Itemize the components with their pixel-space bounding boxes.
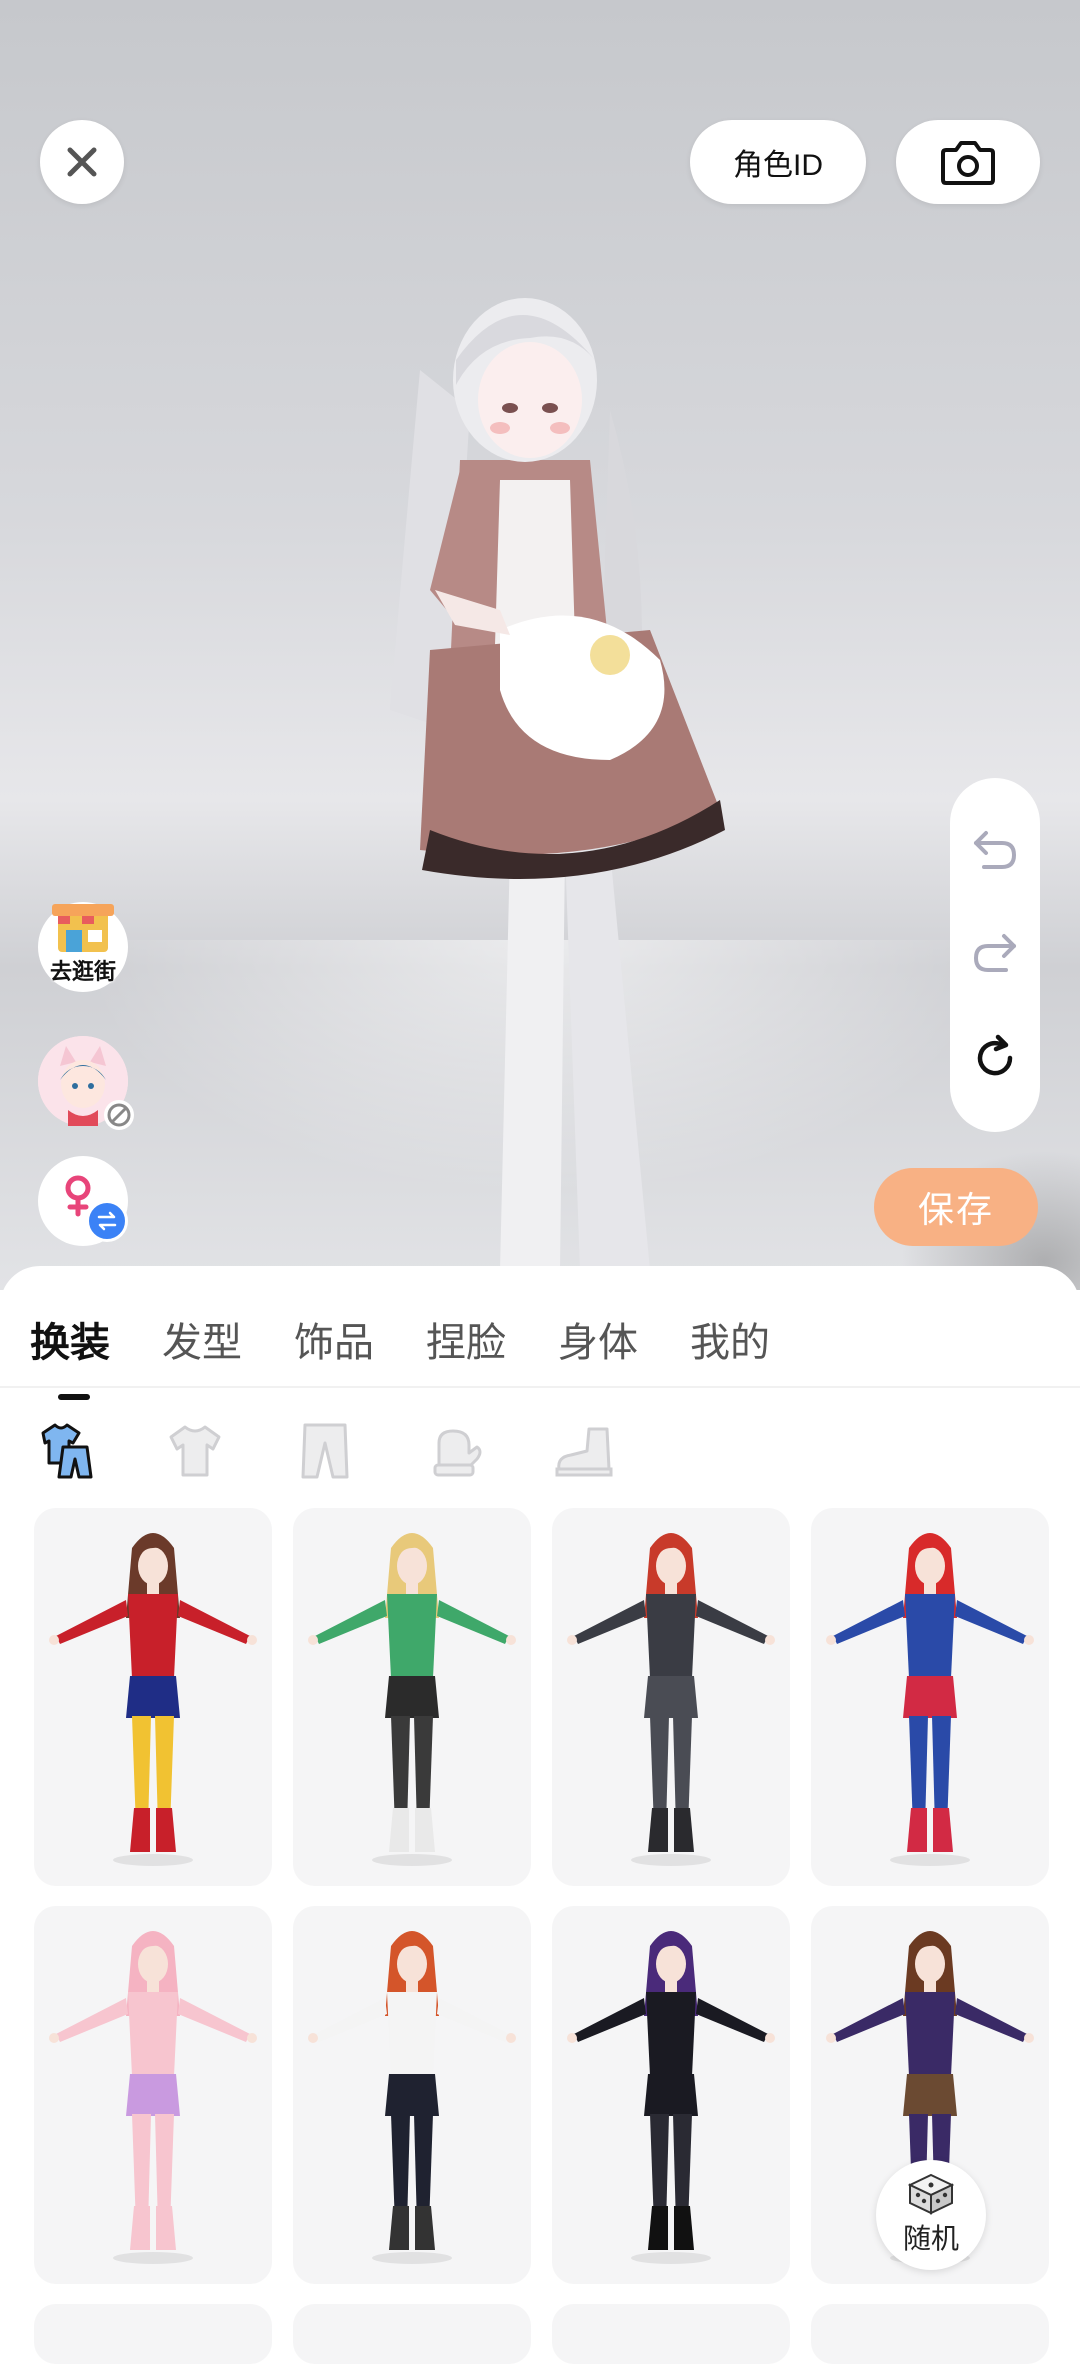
subcategory-bar: [30, 1416, 680, 1486]
camera-icon: [941, 141, 995, 185]
outfit-thumbnail: [308, 1931, 516, 2264]
outfit-thumbnail: [826, 1533, 1034, 1866]
outfit-card[interactable]: [293, 2304, 531, 2364]
outfit-card[interactable]: [552, 2304, 790, 2364]
tab-accessories[interactable]: 饰品: [294, 1308, 374, 1378]
outfit-thumbnail: [49, 1931, 257, 2264]
outfit-thumbnail: [567, 1931, 775, 2264]
gender-switch-button[interactable]: [38, 1156, 128, 1246]
outfit-card[interactable]: [34, 1508, 272, 1886]
avatar-profile-button[interactable]: [38, 1036, 134, 1130]
tab-divider: [0, 1386, 1080, 1388]
outfit-card[interactable]: [552, 1906, 790, 2284]
category-tabs: 换装 发型 饰品 捏脸 身体 我的: [30, 1308, 822, 1400]
outfit-card[interactable]: [293, 1508, 531, 1886]
subcat-bottoms[interactable]: [290, 1416, 360, 1486]
shoes-icon: [555, 1427, 613, 1477]
outfit-card[interactable]: [293, 1906, 531, 2284]
tab-face[interactable]: 捏脸: [426, 1308, 506, 1378]
gloves-icon: [433, 1429, 482, 1477]
subcat-shoes[interactable]: [550, 1416, 620, 1486]
role-id-button[interactable]: 角色ID: [690, 120, 866, 204]
role-id-label: 角色ID: [733, 149, 823, 182]
avatar-model[interactable]: [360, 290, 740, 1270]
outfit-thumbnail: [308, 1533, 516, 1866]
outfit-thumbnail: [567, 1533, 775, 1866]
swap-icon: [97, 1211, 117, 1231]
close-icon: [67, 147, 97, 177]
outfit-thumbnail: [49, 1533, 257, 1866]
redo-button[interactable]: [970, 930, 1020, 974]
tab-outfit[interactable]: 换装: [30, 1308, 110, 1400]
subcat-gloves[interactable]: [420, 1416, 490, 1486]
go-shopping-label: 去逛街: [49, 959, 116, 984]
close-button[interactable]: [40, 120, 124, 204]
outfit-card[interactable]: [811, 2304, 1049, 2364]
camera-button[interactable]: [896, 120, 1040, 204]
history-panel: [950, 778, 1040, 1132]
tab-hairstyle[interactable]: 发型: [162, 1308, 242, 1378]
no-entry-icon: [107, 1103, 131, 1127]
random-button[interactable]: 随机: [876, 2160, 986, 2270]
top-icon: [169, 1425, 221, 1477]
outfit-card[interactable]: [34, 1906, 272, 2284]
no-entry-badge: [104, 1100, 134, 1130]
dice-icon: [908, 2173, 954, 2215]
outfit-card[interactable]: [34, 2304, 272, 2364]
undo-button[interactable]: [970, 827, 1020, 871]
outfit-card[interactable]: [552, 1508, 790, 1886]
tab-body[interactable]: 身体: [558, 1308, 638, 1378]
random-label: 随机: [902, 2223, 959, 2254]
tab-mine[interactable]: 我的: [690, 1308, 770, 1378]
bottom-icon: [301, 1423, 349, 1479]
swap-badge: [86, 1200, 128, 1242]
undo-icon: [974, 831, 1017, 870]
outfit-card[interactable]: [811, 1508, 1049, 1886]
subcat-full-outfit[interactable]: [30, 1416, 100, 1486]
outfit-icon: [41, 1423, 93, 1479]
redo-icon: [973, 933, 1016, 972]
go-shopping-button[interactable]: 去逛街: [38, 902, 128, 992]
reset-icon: [977, 1034, 1013, 1075]
save-button[interactable]: 保存: [874, 1168, 1038, 1246]
subcat-tops[interactable]: [160, 1416, 230, 1486]
reset-button[interactable]: [970, 1033, 1020, 1083]
save-label: 保存: [917, 1189, 994, 1230]
